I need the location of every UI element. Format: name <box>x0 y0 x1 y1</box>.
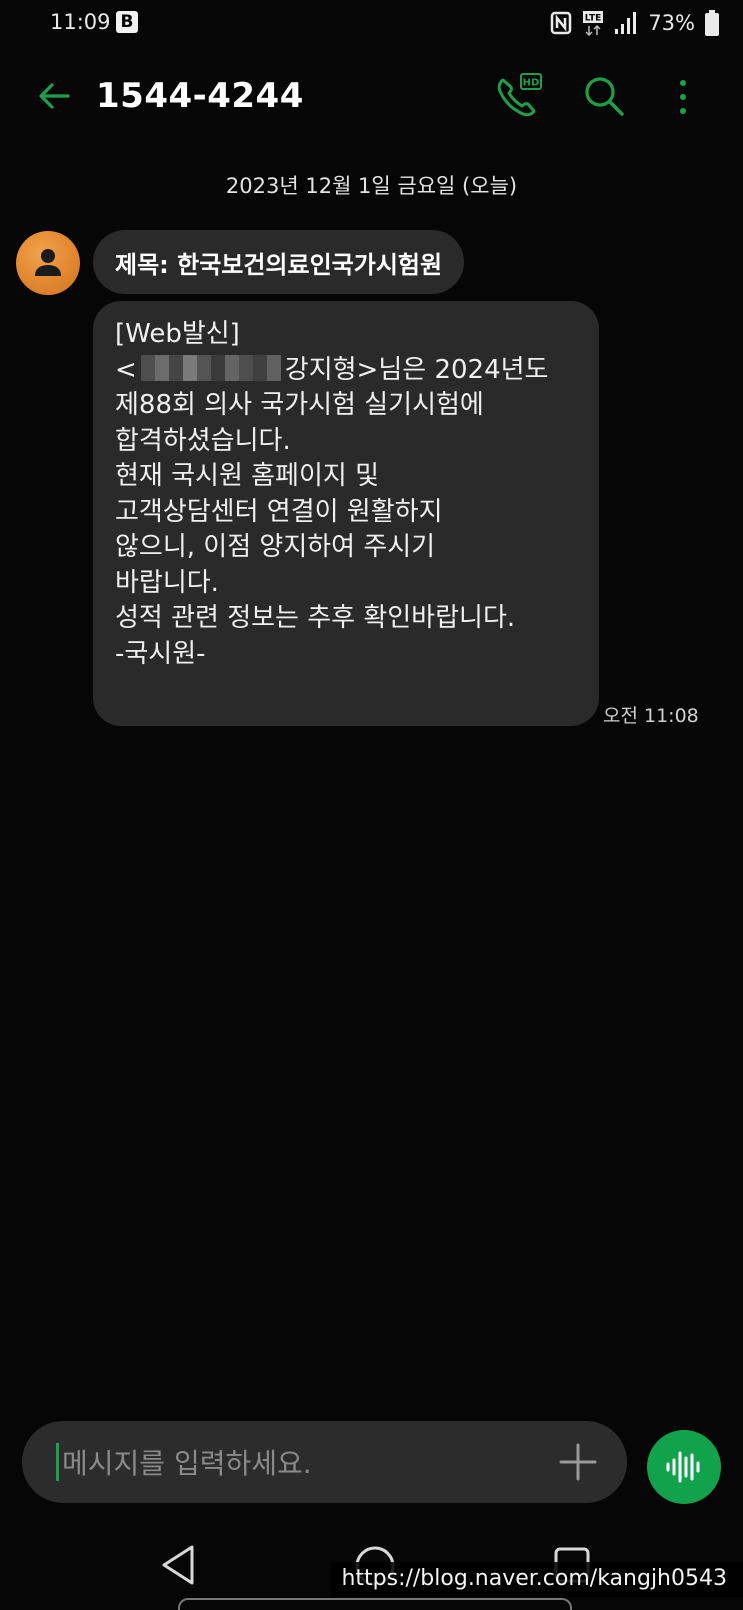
nav-back-icon[interactable] <box>158 1543 198 1587</box>
home-indicator <box>178 1598 572 1610</box>
message-line: [Web발신] <box>115 319 240 349</box>
message-line-prefix: < <box>115 354 137 385</box>
blog-watermark: https://blog.naver.com/kangjh0543 <box>331 1562 743 1597</box>
status-time: 11:09 <box>50 10 111 34</box>
message-line: 합격하셨습니다. <box>115 425 291 456</box>
back-arrow-icon[interactable] <box>34 76 74 116</box>
message-line-suffix: 강지형>님은 2024년도 <box>284 354 549 385</box>
plus-icon[interactable] <box>557 1441 599 1483</box>
message-line: 제88회 의사 국가시험 실기시험에 <box>115 390 484 420</box>
voice-message-button[interactable] <box>647 1430 721 1504</box>
person-icon <box>35 249 61 276</box>
app-notification-icon: B <box>116 11 138 33</box>
message-line: 현재 국시원 홈페이지 및 <box>115 461 379 491</box>
status-bar: 11:09 B LTE 73% <box>0 0 743 48</box>
messaging-screen: 11:09 B LTE 73% 1544-4244 HD 2023년 12월 1… <box>0 0 743 1610</box>
search-icon[interactable] <box>582 74 626 118</box>
status-indicators: LTE 73% <box>550 10 719 36</box>
lte-icon: LTE <box>583 11 604 36</box>
signal-icon <box>615 12 637 34</box>
message-line: -국시원- <box>115 638 206 669</box>
contact-number-title: 1544-4244 <box>96 76 304 116</box>
hd-voice-call-icon[interactable]: HD <box>494 72 542 120</box>
svg-text:HD: HD <box>523 78 540 89</box>
redacted-mosaic <box>140 354 281 381</box>
sender-avatar[interactable] <box>16 231 80 295</box>
sound-wave-icon <box>666 1451 700 1483</box>
message-bubble[interactable]: [Web발신] < 강지형>님은 2024년도 제88회 의사 국가시험 실기시험… <box>93 301 599 726</box>
message-line: 않으니, 이점 양지하여 주시기 <box>115 532 436 562</box>
message-subject: 제목: 한국보건의료인국가시험원 <box>115 250 443 279</box>
more-options-icon[interactable] <box>668 76 698 118</box>
battery-icon <box>705 10 719 36</box>
message-line-redacted: < 강지형>님은 2024년도 <box>115 353 577 389</box>
date-separator: 2023년 12월 1일 금요일 (오늘) <box>225 174 518 198</box>
message-timestamp: 오전 11:08 <box>603 705 699 727</box>
message-input[interactable] <box>60 1441 544 1485</box>
conversation-header: 1544-4244 HD <box>0 62 743 134</box>
nfc-icon <box>551 11 572 35</box>
message-line: 고객상담센터 연결이 원활하지 <box>115 496 443 527</box>
text-cursor <box>56 1443 59 1481</box>
svg-text:LTE: LTE <box>585 14 602 24</box>
message-line: 성적 관련 정보는 추후 확인바랍니다. <box>115 603 516 633</box>
message-composer[interactable] <box>22 1421 627 1503</box>
battery-percentage: 73% <box>648 11 695 35</box>
message-subject-bubble[interactable]: 제목: 한국보건의료인국가시험원 <box>93 230 465 294</box>
message-line: 바랍니다. <box>115 567 219 598</box>
